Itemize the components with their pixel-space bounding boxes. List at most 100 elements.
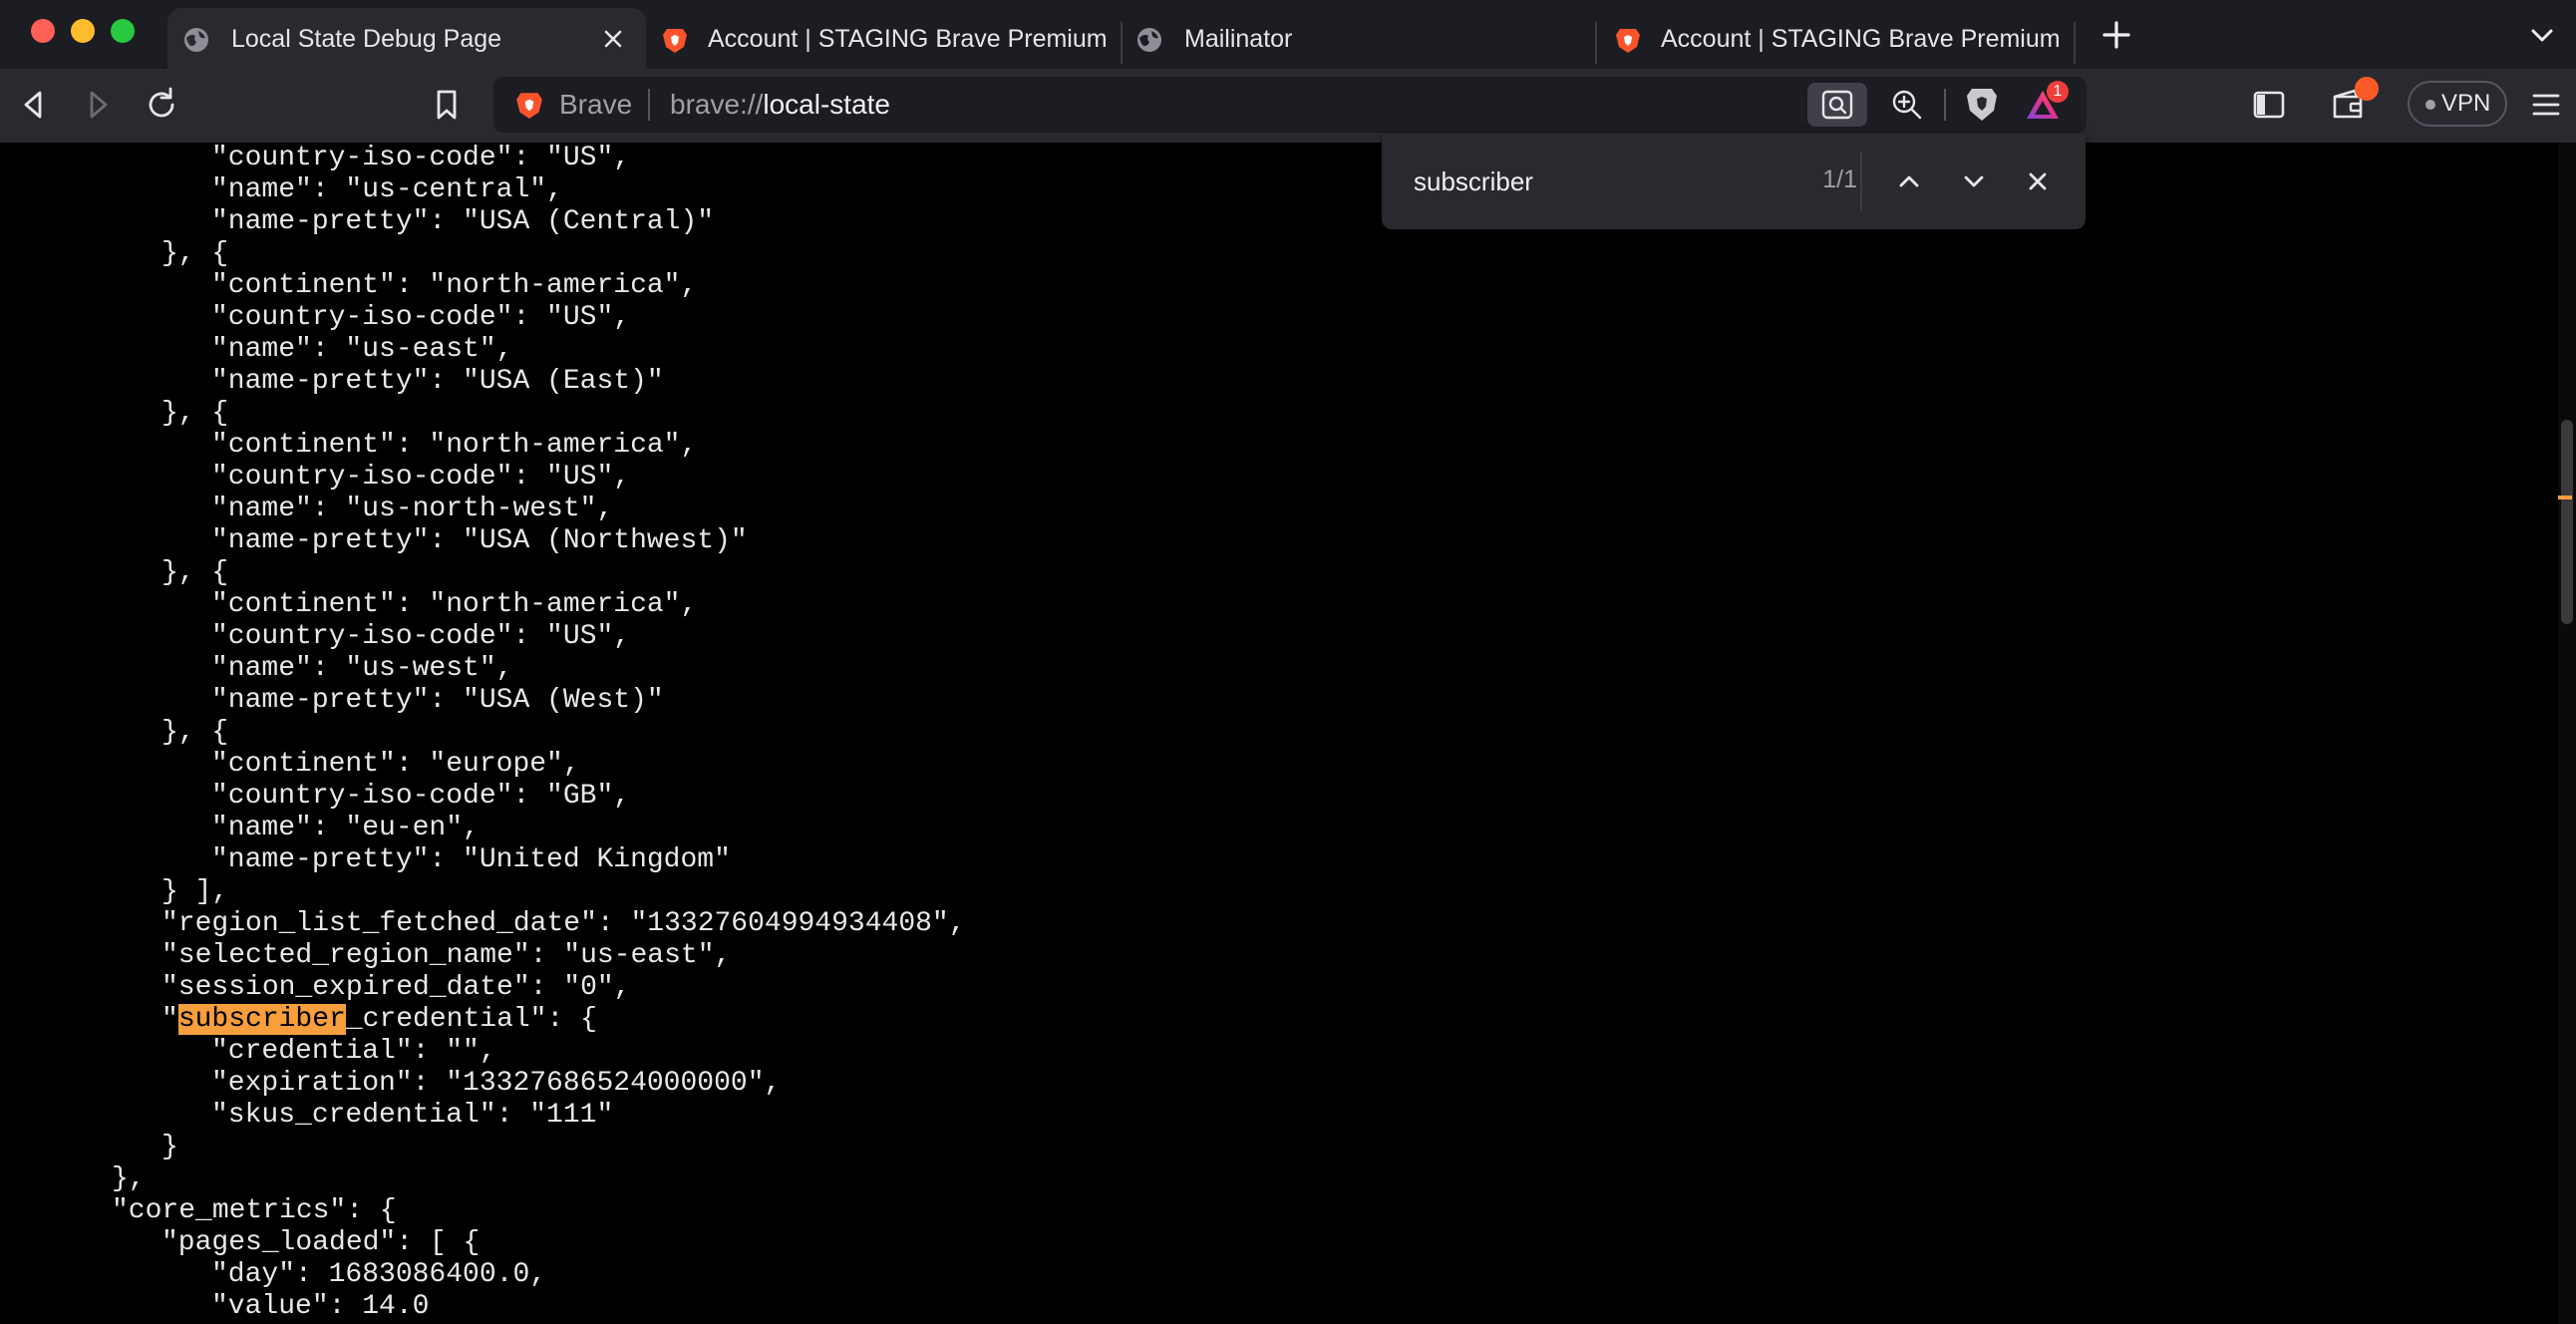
vpn-status-dot xyxy=(2425,100,2435,110)
json-line: "continent": "north-america", xyxy=(211,589,698,620)
tab-title: Account | STAGING Brave Premium xyxy=(708,25,1108,53)
json-line: "country-iso-code": "US", xyxy=(211,621,631,652)
wallet-button[interactable] xyxy=(2329,77,2379,125)
tab-title: Local State Debug Page xyxy=(231,25,502,53)
json-line: } xyxy=(161,1132,178,1162)
json-line: "country-iso-code": "US", xyxy=(211,302,631,333)
json-line: "name-pretty": "USA (Central)" xyxy=(211,206,715,237)
brave-shields-icon[interactable] xyxy=(1964,85,2000,125)
vpn-label: VPN xyxy=(2441,90,2491,117)
json-line: "name": "us-east", xyxy=(211,334,513,365)
find-match-marker xyxy=(2558,496,2572,499)
reload-icon[interactable] xyxy=(142,85,181,125)
new-tab-icon[interactable] xyxy=(2099,18,2133,52)
sidebar-icon[interactable] xyxy=(2249,85,2289,125)
address-separator xyxy=(1944,89,1946,121)
json-line: "credential": "", xyxy=(211,1036,496,1067)
vertical-scrollbar[interactable] xyxy=(2558,143,2576,1324)
json-line: "pages_loaded": [ { xyxy=(161,1227,481,1258)
brave-lion-icon xyxy=(663,29,687,53)
tab-account-staging-2[interactable]: Account | STAGING Brave Premium xyxy=(1599,8,2074,69)
json-line: "name": "eu-en", xyxy=(211,813,480,843)
zoom-icon[interactable] xyxy=(1889,87,1925,123)
brave-rewards-button[interactable]: 1 xyxy=(2025,81,2069,125)
url-host: local-state xyxy=(763,89,891,120)
tab-local-state[interactable]: Local State Debug Page xyxy=(167,8,646,69)
json-line: "country-iso-code": "GB", xyxy=(211,781,631,812)
json-line: "country-iso-code": "US", xyxy=(211,143,631,173)
tab-separator xyxy=(1121,22,1123,64)
json-line: }, { xyxy=(161,557,229,588)
browser-window: Local State Debug Page Account | STAGING… xyxy=(0,0,2576,1324)
json-line: "skus_credential": "111" xyxy=(211,1100,614,1131)
json-line: "name": "us-north-west", xyxy=(211,494,614,524)
zoom-window-button[interactable] xyxy=(111,19,135,43)
back-icon[interactable] xyxy=(14,85,54,125)
json-text: _credential": { xyxy=(345,1004,597,1035)
json-line: "session_expired_date": "0", xyxy=(161,972,631,1003)
json-line: }, { xyxy=(161,398,229,429)
close-window-button[interactable] xyxy=(31,19,55,43)
json-line: "value": 14.0 xyxy=(211,1291,430,1322)
page-content: "country-iso-code": "US", "name": "us-cen… xyxy=(0,143,2576,1324)
globe-icon xyxy=(1137,28,1161,52)
address-bar[interactable]: Brave brave://local-state 1 xyxy=(493,77,2087,133)
chevron-down-icon[interactable] xyxy=(2527,20,2557,50)
find-separator xyxy=(1860,152,1862,211)
json-text: " xyxy=(161,1004,178,1035)
json-line: "continent": "north-america", xyxy=(211,430,698,461)
tab-separator xyxy=(1595,22,1597,64)
find-in-page-button[interactable] xyxy=(1807,83,1867,127)
close-icon[interactable] xyxy=(2018,162,2058,201)
json-line: "name-pretty": "USA (West)" xyxy=(211,685,664,716)
tab-strip: Local State Debug Page Account | STAGING… xyxy=(0,0,2576,69)
toolbar: Brave brave://local-state 1 VPN xyxy=(0,69,2576,143)
tab-account-staging-1[interactable]: Account | STAGING Brave Premium xyxy=(648,8,1121,69)
brave-lion-icon xyxy=(516,93,542,119)
chevron-down-icon[interactable] xyxy=(1954,162,1994,201)
globe-icon xyxy=(184,28,208,52)
json-line: "name": "us-central", xyxy=(211,174,563,205)
url-text[interactable]: brave://local-state xyxy=(670,89,890,121)
find-input[interactable] xyxy=(1414,164,1792,199)
brave-lion-icon xyxy=(1616,29,1640,53)
json-line: "continent": "north-america", xyxy=(211,270,698,301)
json-line: "day": 1683086400.0, xyxy=(211,1259,547,1290)
find-bar: 1/1 xyxy=(1382,134,2086,229)
json-line: "country-iso-code": "US", xyxy=(211,462,631,493)
json-line: "name-pretty": "USA (Northwest)" xyxy=(211,525,748,556)
vpn-button[interactable]: VPN xyxy=(2408,81,2507,127)
rewards-badge: 1 xyxy=(2047,81,2069,103)
json-line: "name-pretty": "USA (East)" xyxy=(211,366,664,397)
json-line: }, { xyxy=(161,238,229,269)
chevron-up-icon[interactable] xyxy=(1889,162,1929,201)
find-match-highlight: subscriber xyxy=(177,1004,346,1035)
find-result-count: 1/1 xyxy=(1822,166,1857,193)
json-line: "expiration": "13327686524000000", xyxy=(211,1068,782,1099)
json-line: } ], xyxy=(161,876,229,907)
menu-icon[interactable] xyxy=(2526,85,2566,125)
json-line: }, xyxy=(112,1163,146,1194)
tab-separator xyxy=(2074,22,2076,64)
scrollbar-thumb[interactable] xyxy=(2561,420,2573,624)
find-in-page-icon xyxy=(1821,90,1853,120)
json-line: "name": "us-west", xyxy=(211,653,513,684)
tab-mailinator[interactable]: Mailinator xyxy=(1125,8,1593,69)
wallet-badge xyxy=(2355,77,2379,101)
url-scheme: brave:// xyxy=(670,89,764,120)
minimize-window-button[interactable] xyxy=(71,19,95,43)
bookmark-icon[interactable] xyxy=(427,85,467,125)
forward-icon[interactable] xyxy=(78,85,118,125)
site-label: Brave xyxy=(559,89,633,120)
json-line: "core_metrics": { xyxy=(112,1195,397,1226)
json-line: "subscriber_credential": { xyxy=(161,1004,597,1036)
json-line: }, { xyxy=(161,717,229,748)
json-line: "name-pretty": "United Kingdom" xyxy=(211,844,731,875)
tab-title: Mailinator xyxy=(1184,25,1293,53)
json-line: "region_list_fetched_date": "13327604994… xyxy=(161,908,966,939)
close-tab-icon[interactable] xyxy=(596,22,630,56)
address-separator xyxy=(648,89,650,121)
json-line: "continent": "europe", xyxy=(211,749,580,780)
tab-title: Account | STAGING Brave Premium xyxy=(1661,25,2061,53)
json-line: "selected_region_name": "us-east", xyxy=(161,940,732,971)
